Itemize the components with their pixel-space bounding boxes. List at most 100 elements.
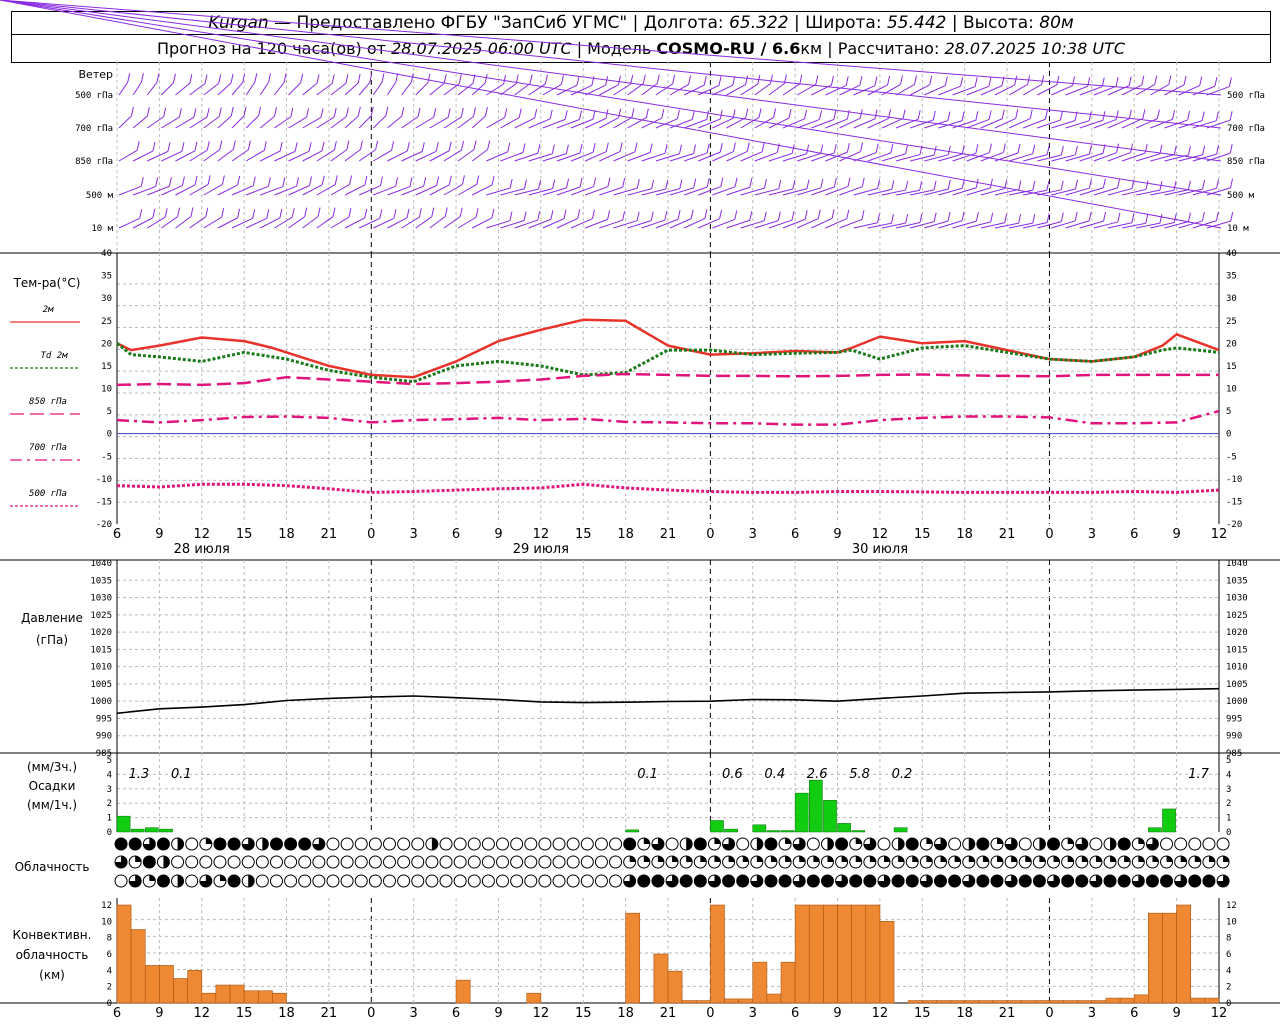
cloud-symbol: [453, 837, 467, 851]
cloud-symbol-fill: [431, 838, 438, 850]
x-hour-label-bottom: 15: [575, 1006, 592, 1021]
conv-bar: [978, 1000, 994, 1004]
cloud-symbol: [1188, 837, 1202, 851]
temp-legend-label: 700 гПа: [29, 443, 67, 453]
cloud-symbol: [736, 874, 750, 888]
cloud-symbol: [594, 855, 608, 869]
wind-barb-flag: [917, 110, 921, 120]
wind-barb-flag: [364, 175, 368, 186]
cloud-symbol-fill: [1095, 856, 1102, 862]
x-hour-label: 9: [833, 527, 841, 542]
wind-barb-flag: [1216, 179, 1220, 189]
conv-bar: [780, 961, 796, 1004]
pres-y-tick: 1015: [1226, 645, 1248, 655]
x-hour-label: 21: [321, 527, 338, 542]
wind-barb-flag: [761, 142, 765, 152]
wind-barb-flag: [155, 177, 159, 187]
wind-barb-flag: [427, 73, 431, 83]
conv-bar: [229, 984, 245, 1004]
cloud-symbol: [185, 855, 199, 869]
wind-barb-flag: [859, 76, 863, 86]
wind-barb: [231, 82, 244, 96]
temp-y-tick: -15: [96, 497, 112, 507]
cloud-symbol: [1160, 837, 1174, 851]
cloud-symbol: [778, 874, 792, 888]
wind-barb-flag: [887, 75, 891, 86]
wind-barb-flag: [763, 211, 767, 221]
cloud-symbol: [679, 874, 693, 888]
wind-barb: [542, 187, 567, 196]
wind-barb: [1065, 187, 1090, 196]
wind-barb-flag: [357, 73, 361, 84]
conv-bar: [879, 921, 895, 1004]
wind-barb-flag: [444, 207, 448, 217]
cloud-symbol-fill: [912, 856, 919, 862]
wind-barb: [288, 116, 307, 129]
cloud-symbol: [552, 837, 566, 851]
wind-barb-flag: [1145, 214, 1149, 224]
wind-barb: [401, 82, 412, 96]
cloud-symbol: [651, 874, 665, 888]
cloud-symbol: [114, 874, 128, 888]
cloud-symbol: [453, 874, 467, 888]
wind-barb: [1065, 220, 1090, 229]
cloud-symbol: [383, 855, 396, 869]
conv-y-tick: 12: [1226, 901, 1237, 911]
x-date-label: 30 июля: [852, 542, 908, 557]
wind-barb-flag: [734, 177, 738, 187]
wind-barb: [542, 153, 567, 162]
wind-barb-flag: [1173, 145, 1177, 155]
cloud-symbol: [185, 874, 199, 888]
wind-barb-flag: [820, 144, 824, 154]
wind-barb: [372, 82, 383, 96]
temp-y-tick: 25: [1226, 317, 1237, 327]
precip-bar: [145, 827, 159, 833]
cloud-symbol: [354, 837, 368, 851]
conv-bar: [667, 970, 683, 1004]
conv-bar: [215, 984, 231, 1004]
wind-barb-flag: [364, 208, 368, 219]
cloud-symbol: [693, 837, 707, 851]
cloud-symbol: [298, 837, 312, 851]
wind-barb-flag: [961, 211, 965, 221]
wind-barb-flag: [1156, 109, 1160, 119]
prec-unit-1h: (мм/1ч.): [27, 798, 77, 812]
temp-y-tick: -20: [1226, 520, 1242, 530]
wind-barb-flag: [875, 143, 879, 153]
wind-barb-flag: [1142, 109, 1146, 119]
wind-panel: [0, 0, 1234, 229]
precip-total: 0.6: [722, 767, 743, 782]
wind-level-label: 500 м: [86, 191, 114, 201]
wind-barb-flag: [902, 109, 906, 119]
cloud-symbol: [1216, 837, 1230, 851]
wind-barb-flag: [1159, 144, 1163, 154]
x-hour-label-bottom: 3: [749, 1006, 757, 1021]
wind-barb-flag: [321, 175, 325, 185]
wind-barb-flag: [433, 108, 437, 118]
cloud-symbol: [594, 837, 608, 851]
wind-barb-flag: [1004, 213, 1008, 223]
wind-barb: [966, 187, 991, 196]
wind-barb-flag: [136, 141, 140, 151]
conv-y-tick: 12: [101, 901, 112, 911]
wind-barb-flag: [833, 143, 837, 154]
precip-bar: [752, 824, 767, 833]
wind-barb-flag: [679, 144, 682, 154]
wind-barb-flag: [566, 178, 570, 188]
cloud-symbol: [637, 874, 651, 888]
wind-barb-flag: [833, 110, 837, 120]
wind-barb-flag: [1046, 145, 1050, 155]
precip-total: 0.1: [171, 767, 192, 782]
wind-barb-flag: [385, 106, 389, 116]
wind-barb: [330, 184, 350, 196]
x-hour-label-bottom: 9: [1172, 1006, 1180, 1021]
wind-barb-flag: [672, 74, 676, 84]
conv-bar: [526, 992, 542, 1004]
precip-bar: [823, 800, 837, 833]
wind-barb: [372, 115, 387, 129]
cloud-symbol-fill: [1194, 855, 1201, 862]
wind-barb-flag: [177, 207, 181, 217]
conv-bar: [455, 979, 471, 1004]
wind-barb: [641, 219, 666, 229]
wind-barb-flag: [846, 143, 850, 153]
